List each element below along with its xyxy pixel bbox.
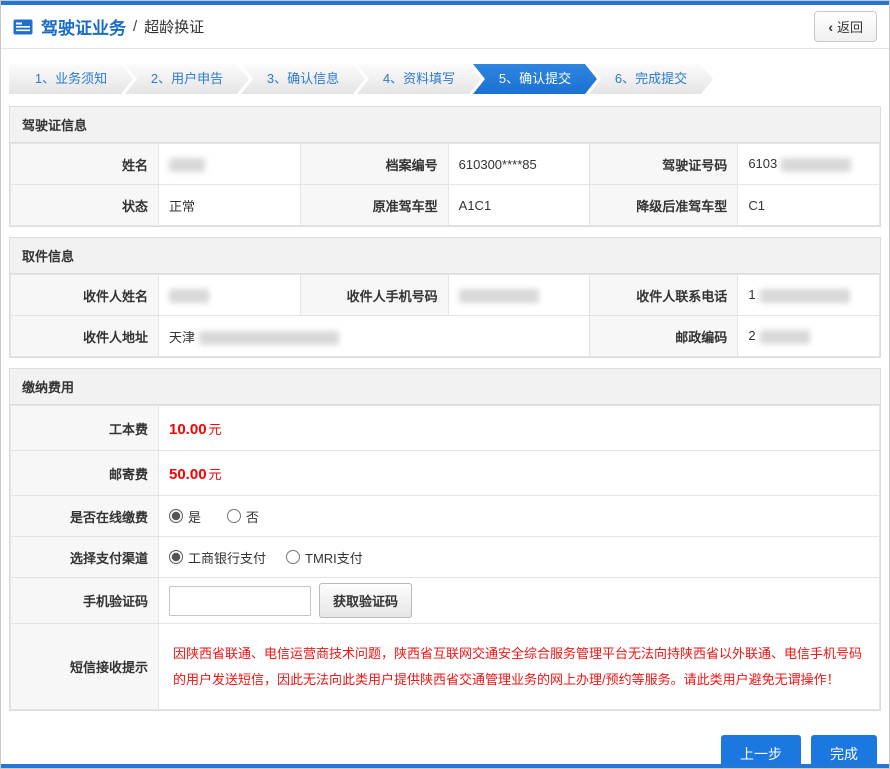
channel-icbc-radio[interactable]: 工商银行支付 — [169, 548, 266, 567]
status-value: 正常 — [158, 184, 301, 226]
table-row: 邮寄费 50.00 元 — [10, 450, 880, 496]
online-payment-label: 是否在线缴费 — [10, 495, 159, 537]
license-number-value: 6103 — [737, 143, 880, 185]
address-label: 收件人地址 — [10, 315, 159, 357]
masked-value — [781, 157, 852, 172]
bottom-accent-bar — [1, 764, 889, 768]
recipient-phone-label: 收件人手机号码 — [299, 274, 449, 316]
table-row: 是否在线缴费 是 否 — [10, 495, 880, 537]
address-value: 天津 — [157, 315, 591, 357]
table-row: 短信接收提示 因陕西省联通、电信运营商技术问题，陕西省互联网交通安全综合服务管理… — [10, 623, 880, 710]
original-vehicle-type-label: 原准驾车型 — [299, 184, 449, 226]
step-tab-3[interactable]: 3、确认信息 — [241, 64, 365, 94]
step-breadcrumb: 1、业务须知 2、用户申告 3、确认信息 4、资料填写 5、确认提交 6、完成提… — [9, 64, 881, 94]
chevron-left-icon: ‹ — [828, 18, 833, 35]
license-info-title: 驾驶证信息 — [10, 107, 880, 143]
radio-icbc[interactable] — [169, 550, 183, 564]
downgraded-vehicle-type-label: 降级后准驾车型 — [589, 184, 739, 226]
sms-code-field: 获取验证码 — [158, 577, 880, 624]
sms-notice-text: 因陕西省联通、电信运营商技术问题，陕西省互联网交通安全综合服务管理平台无法向持陕… — [173, 646, 863, 687]
masked-value — [169, 157, 205, 172]
recipient-name-value — [158, 274, 301, 316]
postcode-value: 2 — [737, 315, 880, 357]
payment-channel-options: 工商银行支付 TMRI支付 — [158, 536, 880, 578]
pickup-info-table: 收件人姓名 收件人手机号码 收件人联系电话 1 收件人地址 天津 邮政编码 2 — [10, 274, 880, 357]
sms-code-label: 手机验证码 — [10, 577, 159, 624]
masked-value — [169, 288, 209, 303]
name-value — [158, 143, 301, 185]
table-row: 手机验证码 获取验证码 — [10, 577, 880, 624]
status-label: 状态 — [10, 184, 159, 226]
fees-table: 工本费 10.00 元 邮寄费 50.00 元 是否在线缴费 是 否 选择支付渠… — [10, 405, 880, 710]
step-tab-2[interactable]: 2、用户申告 — [125, 64, 249, 94]
page: 驾驶证业务 / 超龄换证 ‹ 返回 1、业务须知 2、用户申告 3、确认信息 4… — [0, 0, 890, 769]
online-payment-options: 是 否 — [158, 495, 880, 537]
postage-fee-label: 邮寄费 — [10, 450, 159, 496]
radio-yes[interactable] — [169, 509, 183, 523]
recipient-tel-value: 1 — [737, 274, 880, 316]
sms-notice-label: 短信接收提示 — [10, 623, 159, 710]
original-vehicle-type-value: A1C1 — [447, 184, 591, 226]
recipient-tel-label: 收件人联系电话 — [589, 274, 739, 316]
postcode-label: 邮政编码 — [589, 315, 739, 357]
get-code-button[interactable]: 获取验证码 — [319, 583, 413, 618]
recipient-phone-value — [447, 274, 591, 316]
license-number-label: 驾驶证号码 — [589, 143, 739, 185]
step-tab-6[interactable]: 6、完成提交 — [589, 64, 713, 94]
footer-actions: 上一步 完成 — [1, 721, 889, 768]
license-info-table: 姓名 档案编号 610300****85 驾驶证号码 6103 状态 正常 原准… — [10, 143, 880, 226]
recipient-name-label: 收件人姓名 — [10, 274, 159, 316]
page-subtitle: 超龄换证 — [144, 19, 205, 36]
online-payment-yes-radio[interactable]: 是 — [169, 507, 201, 526]
step-tab-5-active[interactable]: 5、确认提交 — [473, 64, 597, 94]
step-tab-1[interactable]: 1、业务须知 — [9, 64, 133, 94]
masked-value — [199, 331, 340, 346]
license-business-icon — [13, 19, 33, 35]
channel-tmri-radio[interactable]: TMRI支付 — [286, 548, 363, 567]
table-row: 选择支付渠道 工商银行支付 TMRI支付 — [10, 536, 880, 578]
table-row: 工本费 10.00 元 — [10, 405, 880, 451]
masked-value — [759, 288, 850, 303]
title-separator: / — [133, 18, 138, 35]
production-fee-label: 工本费 — [10, 405, 159, 451]
back-button-label: 返回 — [836, 20, 863, 35]
masked-value — [458, 288, 539, 303]
pickup-info-section: 取件信息 收件人姓名 收件人手机号码 收件人联系电话 1 收件人地址 天津 邮政… — [9, 237, 881, 358]
radio-tmri[interactable] — [286, 550, 301, 564]
archive-number-label: 档案编号 — [299, 143, 449, 185]
fees-title: 缴纳费用 — [10, 369, 880, 405]
back-button[interactable]: ‹ 返回 — [814, 11, 877, 42]
production-fee-value: 10.00 元 — [158, 405, 880, 451]
radio-no[interactable] — [227, 509, 242, 523]
postage-fee-value: 50.00 元 — [158, 450, 880, 496]
table-row: 收件人姓名 收件人手机号码 收件人联系电话 1 — [10, 274, 880, 316]
license-info-section: 驾驶证信息 姓名 档案编号 610300****85 驾驶证号码 6103 状态… — [9, 106, 881, 227]
table-row: 状态 正常 原准驾车型 A1C1 降级后准驾车型 C1 — [10, 184, 880, 226]
sms-notice-cell: 因陕西省联通、电信运营商技术问题，陕西省互联网交通安全综合服务管理平台无法向持陕… — [158, 623, 880, 710]
masked-value — [759, 329, 810, 344]
table-row: 收件人地址 天津 邮政编码 2 — [10, 315, 880, 357]
online-payment-no-radio[interactable]: 否 — [227, 507, 259, 526]
pickup-info-title: 取件信息 — [10, 238, 880, 274]
sms-code-input[interactable] — [169, 585, 311, 616]
step-tab-4[interactable]: 4、资料填写 — [357, 64, 481, 94]
name-label: 姓名 — [10, 143, 159, 185]
payment-channel-label: 选择支付渠道 — [10, 536, 159, 578]
downgraded-vehicle-type-value: C1 — [737, 184, 880, 226]
page-title: 驾驶证业务 — [41, 19, 126, 38]
table-row: 姓名 档案编号 610300****85 驾驶证号码 6103 — [10, 143, 880, 185]
header: 驾驶证业务 / 超龄换证 ‹ 返回 — [1, 5, 889, 49]
archive-number-value: 610300****85 — [447, 143, 591, 185]
fees-section: 缴纳费用 工本费 10.00 元 邮寄费 50.00 元 是否在线缴费 是 否 … — [9, 368, 881, 711]
